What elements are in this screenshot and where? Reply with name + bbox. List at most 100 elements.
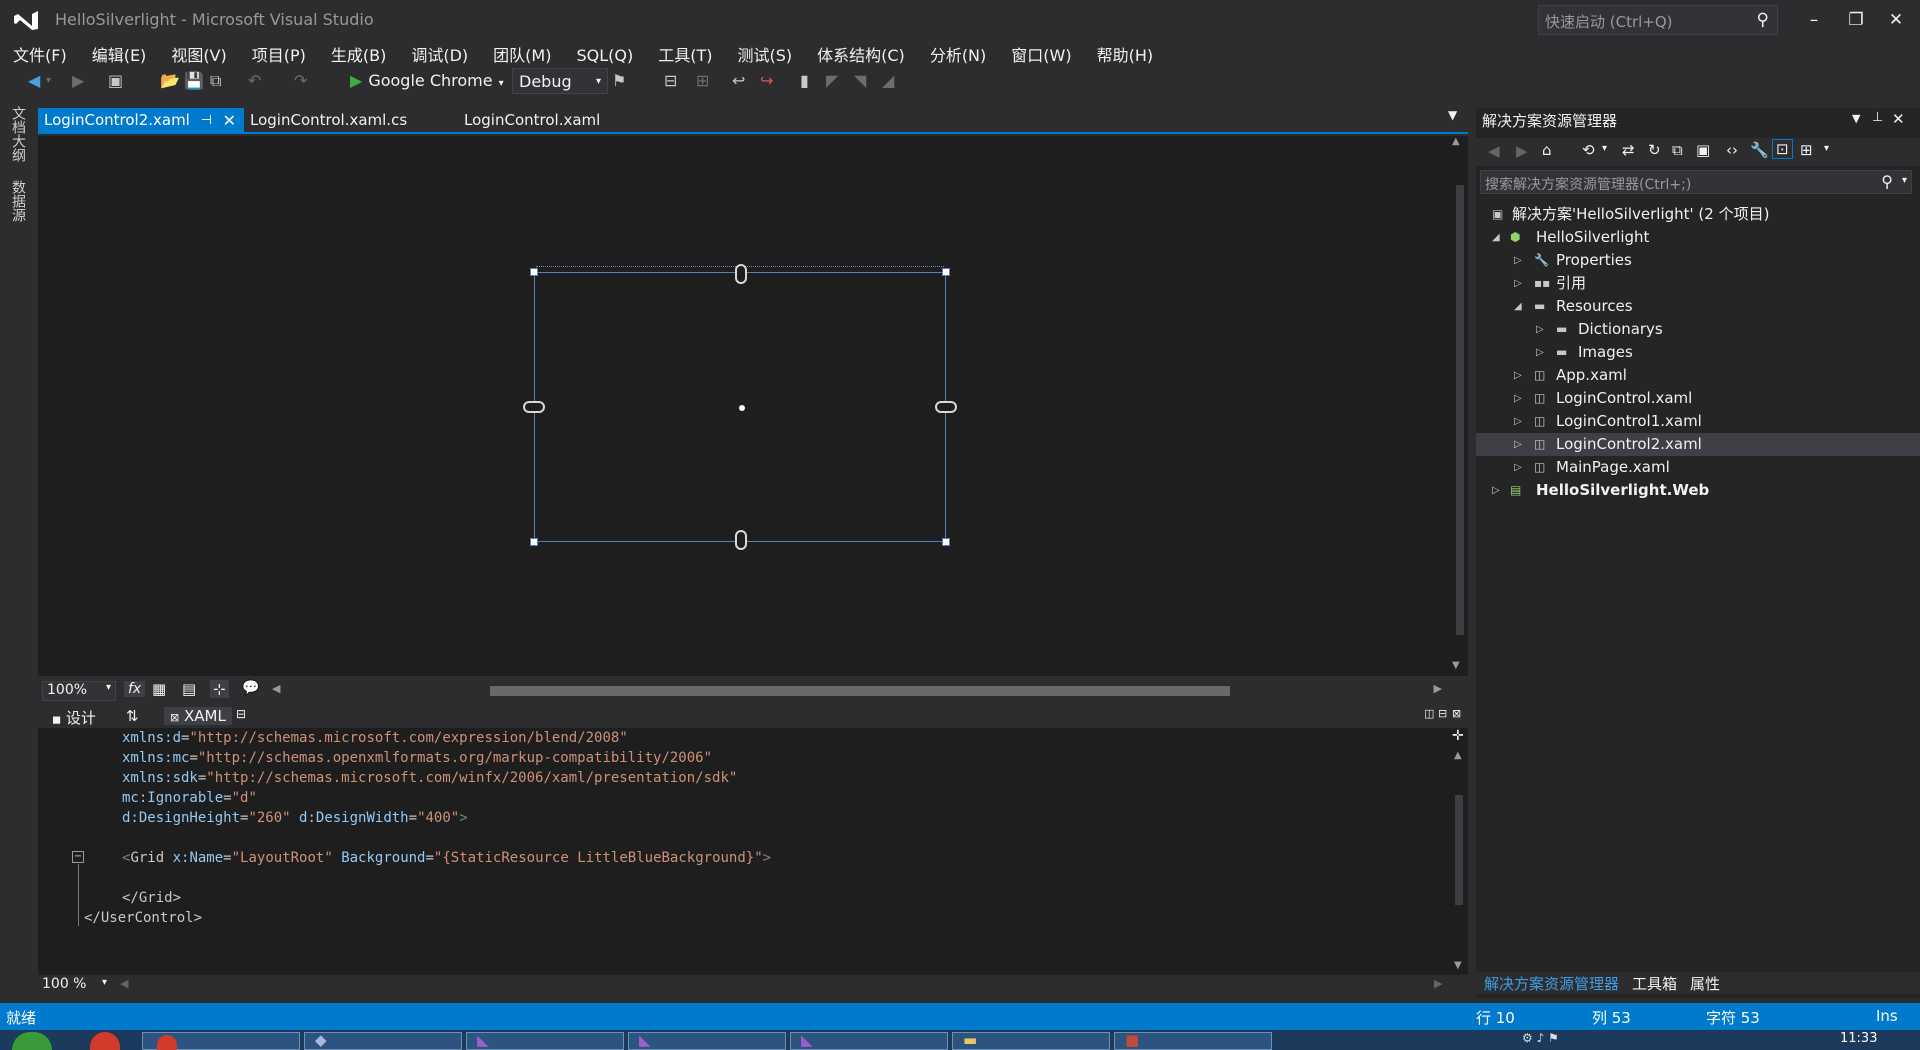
search-icon[interactable]: ⚲ [1757, 10, 1769, 30]
tree-item-images[interactable]: ▷ ▬ Images [1476, 341, 1920, 364]
menu-project[interactable]: 项目(P) [239, 40, 318, 66]
uncomment-icon[interactable]: ↪ [760, 68, 773, 94]
close-icon[interactable]: ✕ [1892, 110, 1905, 128]
resize-handle-bottom-left[interactable] [530, 538, 538, 546]
resize-grip-top[interactable] [735, 264, 747, 284]
preview-selected-icon[interactable]: ⊡ [1772, 139, 1793, 159]
sync-icon[interactable]: ⇄ [1622, 141, 1635, 159]
resize-handle-bottom-right[interactable] [942, 538, 950, 546]
taskbar-app-visual-studio-2[interactable]: ◣ [628, 1031, 786, 1050]
find-in-files-icon[interactable]: ⚑ [612, 68, 626, 94]
comment-icon[interactable]: ↩ [732, 68, 745, 94]
annotation-icon[interactable]: 💬 [242, 680, 259, 696]
snap-lines-icon[interactable]: ▤ [182, 680, 196, 698]
code-zoom-select[interactable]: 100 % [42, 976, 86, 992]
scroll-right-icon[interactable]: ▶ [1434, 682, 1442, 695]
next-bookmark-icon[interactable]: ◥ [854, 68, 866, 94]
data-sources-tab[interactable]: 数据源 [10, 180, 28, 222]
menu-window[interactable]: 窗口(W) [998, 40, 1083, 66]
forward-icon[interactable]: ▶ [1516, 142, 1528, 160]
tab-toolbox[interactable]: 工具箱 [1632, 973, 1677, 994]
collapsed-arrow-icon[interactable]: ▷ [1536, 341, 1544, 364]
resize-grip-right[interactable] [935, 401, 957, 413]
chevron-down-icon[interactable]: ▾ [1824, 143, 1829, 154]
swap-panes-button[interactable]: ⇅ [126, 707, 139, 725]
redo-icon[interactable]: ↷ [294, 68, 307, 94]
taskbar-app-visual-studio-1[interactable]: ◣ [466, 1031, 624, 1050]
collapse-all-icon[interactable]: ⧉ [1672, 141, 1683, 159]
tree-item-project-hellosilverlight[interactable]: ◢ ⬢ HelloSilverlight [1476, 226, 1920, 249]
expanded-arrow-icon[interactable]: ◢ [1514, 295, 1522, 318]
tree-item-properties[interactable]: ▷ 🔧 Properties [1476, 249, 1920, 272]
horizontal-split-icon[interactable]: ⊟ [1438, 707, 1447, 720]
close-window-button[interactable]: ✕ [1878, 4, 1914, 36]
new-project-icon[interactable]: ▣ [108, 68, 123, 94]
menu-file[interactable]: 文件(F) [0, 40, 79, 66]
home-icon[interactable]: ⌂ [1542, 141, 1552, 159]
open-file-icon[interactable]: 📂 [160, 68, 180, 94]
collapse-pane-icon[interactable]: ⊟ [236, 707, 246, 721]
forward-icon[interactable]: ▶ [72, 68, 84, 94]
chevron-down-icon[interactable]: ▾ [102, 977, 107, 988]
scroll-down-icon[interactable]: ▼ [1454, 960, 1462, 971]
back-dropdown-icon[interactable]: ▾ [46, 68, 51, 94]
chevron-down-icon[interactable]: ▾ [1602, 143, 1607, 154]
format-icon[interactable]: ⊞ [696, 68, 709, 94]
prev-bookmark-icon[interactable]: ◤ [826, 68, 838, 94]
undo-icon[interactable]: ↶ [248, 68, 261, 94]
collapsed-arrow-icon[interactable]: ▷ [1514, 249, 1522, 272]
tree-item-logincontrol1-xaml[interactable]: ▷ ◫ LoginControl1.xaml [1476, 410, 1920, 433]
menu-build[interactable]: 生成(B) [318, 40, 398, 66]
scroll-left-icon[interactable]: ◀ [272, 682, 280, 695]
taskbar-app-chrome[interactable] [142, 1032, 300, 1050]
menu-test[interactable]: 测试(S) [724, 40, 804, 66]
collapsed-arrow-icon[interactable]: ▷ [1514, 456, 1522, 479]
design-tab[interactable]: ◼ 设计 [52, 707, 96, 728]
scroll-right-icon[interactable]: ▶ [1434, 977, 1442, 990]
properties-wrench-icon[interactable]: 🔧 [1750, 141, 1769, 159]
designer-scroll-thumb[interactable] [1456, 185, 1464, 635]
resize-grip-bottom[interactable] [735, 530, 747, 550]
expanded-arrow-icon[interactable]: ◢ [1492, 226, 1500, 249]
show-all-files-icon[interactable]: ▣ [1696, 141, 1710, 159]
menu-analyze[interactable]: 分析(N) [917, 40, 998, 66]
search-icon[interactable]: ⚲ [1881, 172, 1893, 191]
resize-handle-top-left[interactable] [530, 268, 538, 276]
resize-handle-top-right[interactable] [942, 268, 950, 276]
taskbar-app-media[interactable]: ■ [1114, 1031, 1272, 1050]
back-icon[interactable]: ◀ [28, 68, 40, 94]
pin-icon[interactable]: ⊣ [201, 108, 212, 133]
save-icon[interactable]: 💾 [184, 68, 204, 94]
tab-logincontrol-xaml-cs[interactable]: LoginControl.xaml.cs [244, 108, 413, 133]
tree-item-solution[interactable]: ▣ 解决方案'HelloSilverlight' (2 个项目) [1476, 203, 1920, 226]
sync-with-document-icon[interactable]: ⟲ [1582, 141, 1595, 159]
collapsed-arrow-icon[interactable]: ▷ [1514, 364, 1522, 387]
collapsed-arrow-icon[interactable]: ▷ [1536, 318, 1544, 341]
code-scroll-thumb[interactable] [1455, 795, 1463, 905]
taskbar-app-expression-blend[interactable]: ◆ [304, 1031, 462, 1050]
tree-item-references[interactable]: ▷ ▪▪ 引用 [1476, 272, 1920, 295]
taskbar-app-visual-studio-3[interactable]: ◣ [790, 1031, 948, 1050]
collapse-region-icon[interactable]: − [72, 851, 84, 863]
save-all-icon[interactable]: ⧉ [210, 68, 221, 94]
scroll-up-icon[interactable]: ▲ [1452, 136, 1460, 147]
chevron-down-icon[interactable]: ▾ [1902, 175, 1907, 186]
tree-item-logincontrol-xaml[interactable]: ▷ ◫ LoginControl.xaml [1476, 387, 1920, 410]
collapse-split-icon[interactable]: ⊠ [1452, 707, 1461, 720]
menu-architecture[interactable]: 体系结构(C) [804, 40, 917, 66]
artboard-icon[interactable]: ⊹ [210, 680, 229, 698]
horizontal-scroll-thumb[interactable] [490, 686, 1230, 696]
class-diagram-icon[interactable]: ⊞ [1800, 141, 1813, 159]
back-icon[interactable]: ◀ [1488, 142, 1500, 160]
tree-item-app-xaml[interactable]: ▷ ◫ App.xaml [1476, 364, 1920, 387]
menu-help[interactable]: 帮助(H) [1084, 40, 1166, 66]
menu-tools[interactable]: 工具(T) [645, 40, 724, 66]
configuration-select[interactable]: Debug ▾ [512, 68, 608, 94]
tree-item-dictionarys[interactable]: ▷ ▬ Dictionarys [1476, 318, 1920, 341]
quick-launch-input[interactable]: 快速启动 (Ctrl+Q) ⚲ [1538, 5, 1778, 35]
scroll-left-icon[interactable]: ◀ [120, 977, 128, 990]
solution-explorer-search-input[interactable]: 搜索解决方案资源管理器(Ctrl+;) ⚲ ▾ [1480, 170, 1912, 194]
menu-view[interactable]: 视图(V) [158, 40, 238, 66]
tab-solution-explorer[interactable]: 解决方案资源管理器 [1484, 973, 1619, 994]
tab-logincontrol-xaml[interactable]: LoginControl.xaml [458, 108, 606, 133]
